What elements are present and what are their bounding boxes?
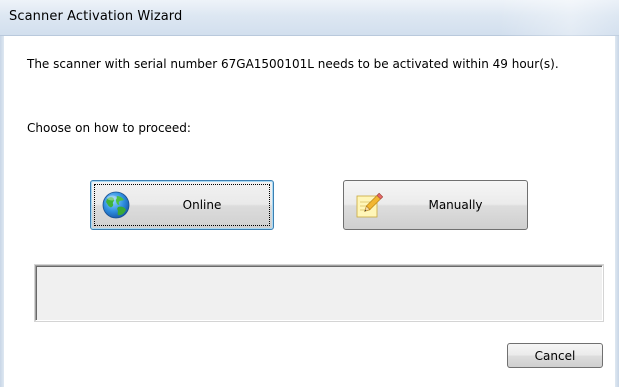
online-button-label: Online: [182, 198, 222, 212]
activation-message: The scanner with serial number 67GA15001…: [27, 57, 559, 71]
dialog-body: The scanner with serial number 67GA15001…: [4, 36, 615, 387]
online-button[interactable]: Online: [90, 180, 274, 230]
cancel-button[interactable]: Cancel: [507, 343, 603, 368]
window-right-border: [615, 36, 619, 387]
status-text: [36, 266, 602, 320]
pencil-note-icon: [356, 192, 384, 218]
manually-button-label: Manually: [428, 198, 483, 212]
globe-icon: [102, 191, 130, 219]
status-panel: [35, 265, 603, 321]
window-title: Scanner Activation Wizard: [9, 9, 183, 24]
activation-wizard-window: Scanner Activation Wizard The scanner wi…: [0, 0, 619, 387]
title-bar[interactable]: Scanner Activation Wizard: [0, 0, 619, 36]
cancel-button-label: Cancel: [534, 348, 576, 363]
proceed-prompt: Choose on how to proceed:: [27, 121, 191, 135]
manually-button[interactable]: Manually: [343, 180, 528, 230]
